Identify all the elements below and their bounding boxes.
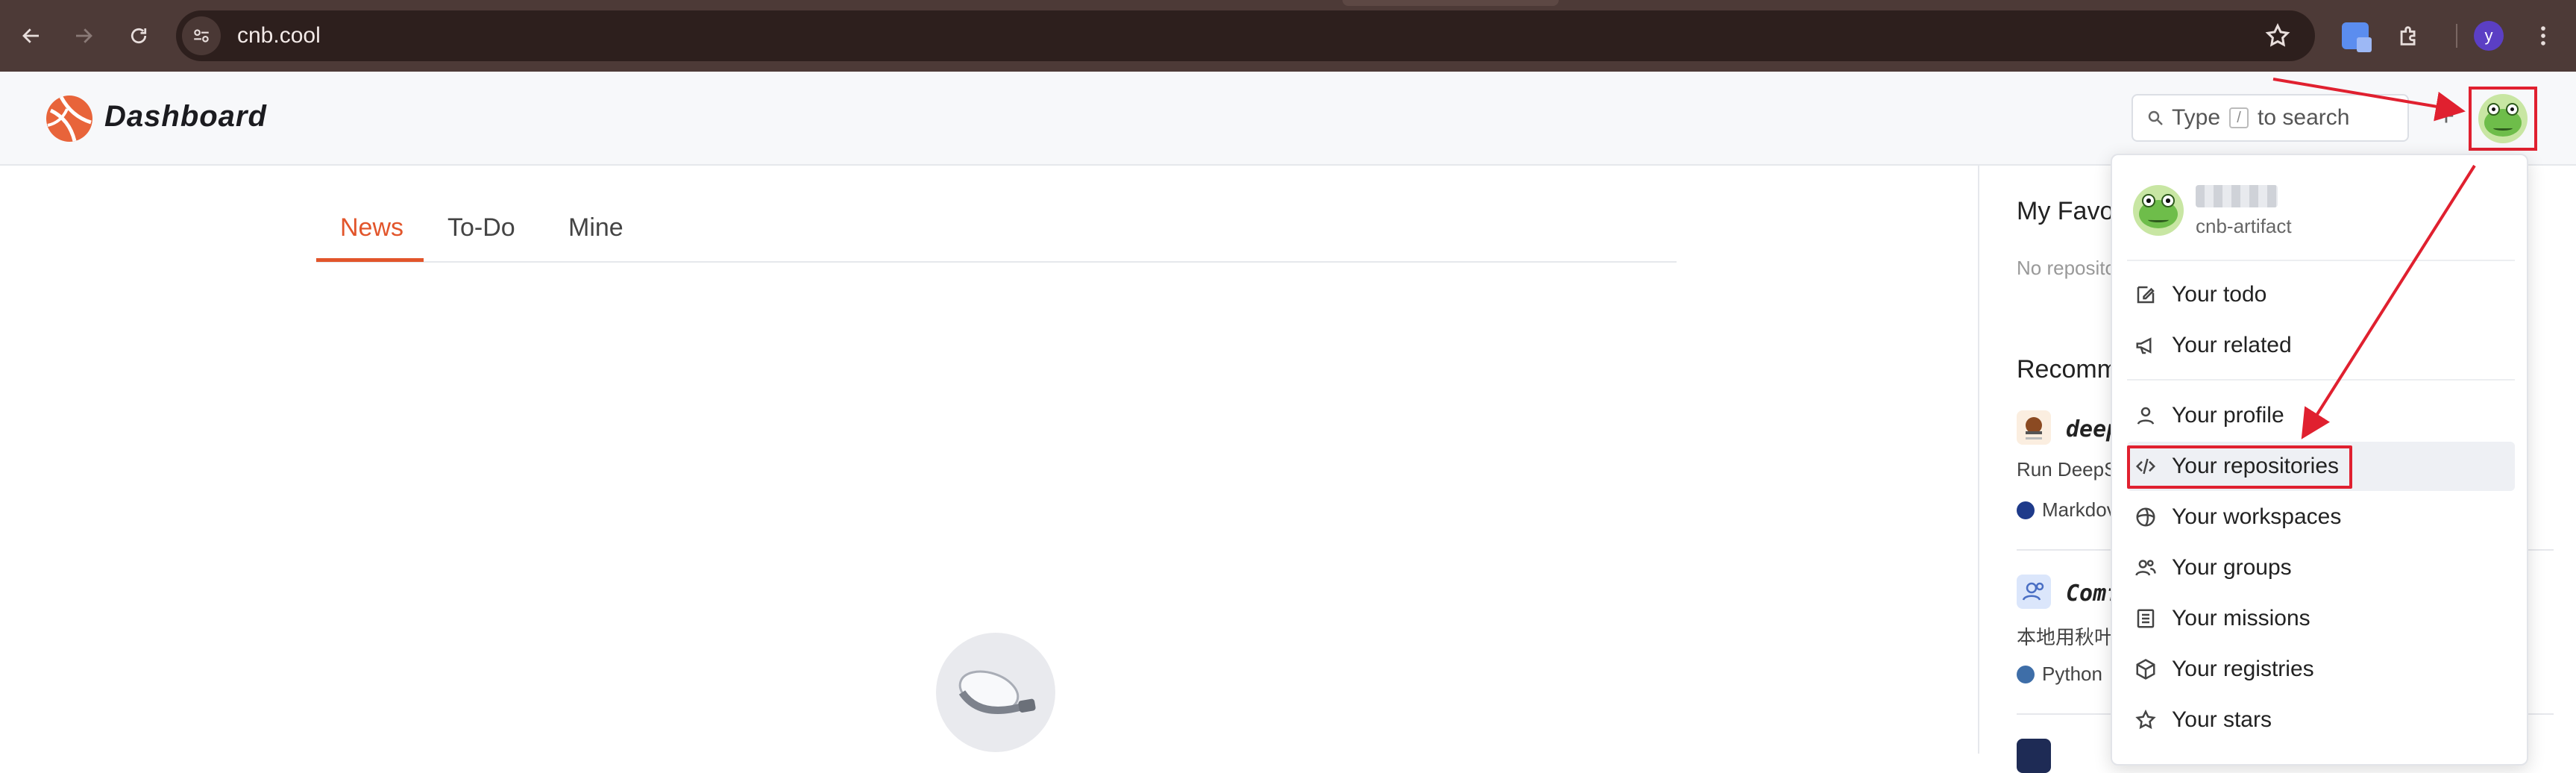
group-icon (2135, 560, 2156, 576)
create-plus-button[interactable]: + (2431, 101, 2461, 132)
browser-toolbar: cnb.cool y (0, 0, 2576, 72)
url-text[interactable]: cnb.cool (237, 23, 321, 48)
active-tab-indicator (316, 258, 424, 262)
blurred-username (2196, 185, 2278, 207)
language-color-dot (2017, 665, 2035, 683)
language-color-dot (2017, 501, 2035, 519)
tab-news[interactable]: News (340, 213, 403, 242)
avatar (2133, 185, 2184, 236)
repo-description: 本地用秋叶 (2017, 626, 2114, 648)
user-handle: cnb-artifact (2196, 215, 2292, 237)
bookmark-star-icon[interactable] (2264, 22, 2291, 49)
group-repo-icon (2017, 575, 2051, 609)
cube-icon (2136, 659, 2155, 680)
menu-item-label: Your groups (2172, 555, 2292, 580)
search-input[interactable]: Type / to search (2132, 94, 2409, 142)
menu-item-label: Your profile (2172, 403, 2284, 428)
language-label: Python (2042, 663, 2102, 685)
translate-icon[interactable] (2337, 18, 2373, 54)
avatar (2478, 94, 2528, 143)
tab-todo[interactable]: To-Do (447, 213, 515, 242)
back-icon[interactable] (13, 18, 49, 54)
search-prefix: Type (2172, 105, 2221, 130)
search-shortcut-key: / (2229, 107, 2249, 128)
star-icon (2135, 709, 2156, 730)
menu-item-label: Your missions (2172, 606, 2310, 630)
menu-item-groups[interactable]: Your groups (2127, 543, 2515, 592)
annotation-highlight-box (2127, 445, 2352, 489)
empty-state-illustration (936, 633, 1055, 752)
address-bar[interactable]: cnb.cool (176, 10, 2315, 61)
toolbar-divider (2456, 24, 2457, 48)
extensions-icon[interactable] (2391, 18, 2427, 54)
user-avatar-button[interactable] (2469, 87, 2537, 151)
menu-item-stars[interactable]: Your stars (2127, 695, 2515, 745)
active-tab-edge (1342, 0, 1559, 6)
divider (2127, 260, 2515, 261)
browser-profile-avatar[interactable]: y (2474, 21, 2504, 51)
menu-item-label: Your stars (2172, 707, 2272, 732)
person-icon (2137, 407, 2155, 425)
menu-item-label: Your registries (2172, 657, 2314, 681)
menu-item-todo[interactable]: Your todo (2127, 270, 2515, 319)
menu-item-missions[interactable]: Your missions (2127, 594, 2515, 643)
repo-description: Run DeepS (2017, 458, 2117, 481)
forward-icon[interactable] (66, 18, 101, 54)
tab-mine[interactable]: Mine (568, 213, 623, 242)
site-info-icon[interactable] (182, 16, 221, 55)
divider (2127, 379, 2515, 381)
site-header: Dashboard Type / to search + (0, 72, 2576, 166)
menu-item-label: Your todo (2172, 282, 2267, 307)
list-icon (2137, 609, 2155, 628)
repo-language: Markdov (2017, 498, 2117, 522)
repo-language: Python (2017, 663, 2102, 686)
menu-item-workspaces[interactable]: Your workspaces (2127, 492, 2515, 542)
kebab-menu-icon[interactable] (2525, 18, 2561, 54)
menu-item-related[interactable]: Your related (2127, 321, 2515, 370)
repo-avatar-icon (2017, 410, 2051, 445)
search-icon (2148, 110, 2163, 125)
search-suffix: to search (2258, 105, 2350, 130)
menu-item-profile[interactable]: Your profile (2127, 391, 2515, 440)
reload-icon[interactable] (121, 18, 157, 54)
favorites-empty-note: No reposito (2017, 257, 2116, 279)
dashboard-tabs: News To-Do Mine (316, 201, 1677, 263)
page-title[interactable]: Dashboard (104, 100, 267, 134)
cnb-logo-icon[interactable] (45, 94, 94, 143)
language-label: Markdov (2042, 498, 2117, 521)
favorites-title: My Favor (2017, 197, 2123, 225)
workspace-icon (2136, 507, 2155, 527)
todo-icon (2137, 286, 2155, 304)
menu-item-registries[interactable]: Your registries (2127, 645, 2515, 694)
recommended-title: Recomm (2017, 355, 2119, 384)
megaphone-icon (2136, 337, 2152, 354)
menu-item-label: Your workspaces (2172, 504, 2342, 529)
repo-avatar-icon (2017, 739, 2051, 773)
menu-item-label: Your related (2172, 333, 2292, 357)
